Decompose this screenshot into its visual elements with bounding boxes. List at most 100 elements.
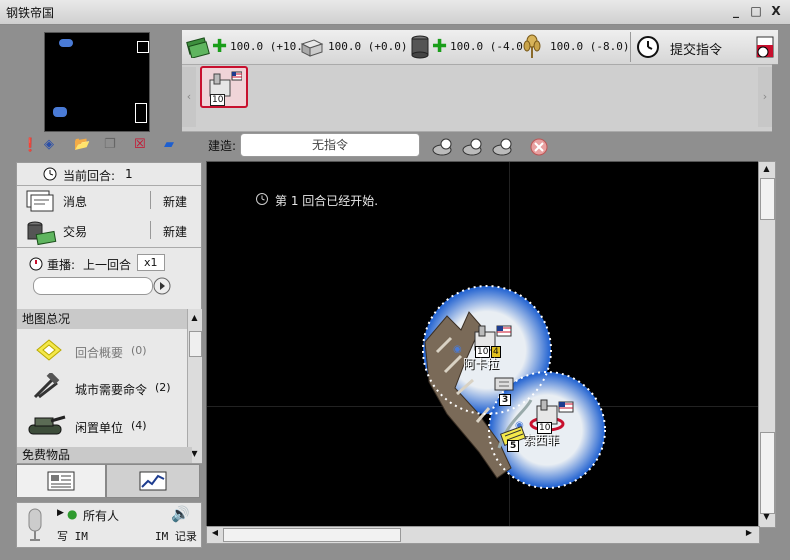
scroll-down-arrow[interactable]: ▼ (761, 512, 772, 524)
overview-count: (0) (131, 344, 147, 357)
overview-count: (2) (155, 381, 171, 394)
scroll-up-arrow[interactable]: ▲ (761, 164, 772, 176)
scroll-thumb[interactable] (189, 331, 202, 357)
new-trade-button[interactable]: 新建 (163, 223, 187, 240)
tab-reports[interactable] (16, 464, 106, 497)
replay-mode[interactable]: 上一回合 (83, 256, 131, 273)
divider (17, 247, 201, 248)
steel-icon (300, 39, 324, 57)
unit-size-badge: 10 (210, 94, 226, 106)
food-value: 100.0 (-8.0) (550, 40, 630, 53)
plus-icon: ✚ (432, 36, 448, 57)
trade-icon (27, 221, 57, 246)
unit-bar-scroll-right[interactable]: › (758, 67, 772, 127)
scroll-thumb[interactable] (760, 178, 775, 220)
clock-icon[interactable] (636, 35, 660, 59)
new-document-icon[interactable]: ❗ (22, 138, 38, 153)
chat-recipient[interactable]: 所有人 (83, 507, 119, 524)
write-im-button[interactable]: 写 IM (57, 528, 88, 544)
turn-number: 1 (125, 167, 133, 181)
overview-scrollbar[interactable]: ▲ ▼ (187, 309, 202, 463)
money-icon (186, 37, 210, 58)
wheat-icon (523, 34, 541, 58)
resource-bar: ✚ 100.0 (+10. 100.0 (+0.0) ✚ 100.0 (-4.0… (182, 30, 778, 65)
speaker-icon[interactable]: 🔊 (171, 505, 190, 523)
money-value: 100.0 (+10. (230, 40, 303, 53)
map-vertical-scrollbar[interactable]: ▲ ▼ (758, 161, 776, 528)
clock-icon (43, 167, 57, 181)
book-icon[interactable]: ▰ (164, 137, 174, 152)
minimize-button[interactable]: _ (728, 3, 744, 19)
title-bar: 钢铁帝国 _ □ X (0, 0, 790, 25)
overview-item-turn-summary[interactable]: 回合概要 (75, 344, 123, 361)
map-horizontal-scrollbar[interactable]: ◀ ▶ (206, 526, 760, 544)
cancel-order-icon[interactable] (530, 138, 548, 156)
minimap[interactable] (44, 32, 150, 132)
copy-icon[interactable]: ❐ (104, 137, 116, 152)
unit-stack-icon[interactable] (493, 374, 515, 396)
window-title: 钢铁帝国 (6, 6, 55, 20)
game-map[interactable]: 第 1 回合已经开始. 10 4 ◉ 阿卡拉 10 ◉ 索西菲 3 5 (206, 161, 760, 528)
replay-clock-icon (29, 257, 43, 271)
submit-orders-button[interactable]: 提交指令 (670, 39, 722, 58)
open-folder-icon[interactable]: 📂 (74, 137, 90, 152)
hammers-icon (33, 373, 60, 399)
minimap-city-marker (59, 39, 73, 47)
unit-bar-scroll-left[interactable]: ‹ (182, 67, 196, 127)
overview-count: (4) (131, 419, 147, 432)
unit-count-badge: 5 (507, 440, 520, 452)
clock-icon (256, 193, 268, 205)
divider (630, 32, 631, 62)
replay-label: 重播: (47, 258, 76, 272)
unit-bar (182, 64, 772, 132)
overview-item-idle-units[interactable]: 闲置单位 (75, 419, 123, 436)
oil-value: 100.0 (-4.0 (450, 40, 523, 53)
scroll-right-arrow[interactable]: ▶ (743, 528, 755, 540)
section-header: 地图总况 (17, 309, 192, 329)
overview-item-city-orders[interactable]: 城市需要命令 (75, 381, 147, 398)
delete-icon[interactable]: ☒ (134, 137, 146, 152)
messages-icon (26, 190, 54, 212)
chat-bar: ▶ ● 所有人 🔊 写 IM IM 记录 (16, 502, 202, 548)
city-name[interactable]: 阿卡拉 (463, 355, 499, 372)
minimap-city-marker (53, 107, 67, 117)
city-defense-icon: ◉ (453, 344, 462, 355)
play-icon[interactable] (153, 277, 171, 295)
divider (150, 191, 151, 209)
tab-graphs[interactable] (106, 464, 200, 498)
plus-icon: ✚ (212, 36, 228, 57)
im-log-button[interactable]: IM 记录 (155, 528, 197, 544)
replay-speed-button[interactable]: x1 (137, 254, 165, 271)
diamond-icon[interactable]: ◈ (44, 137, 54, 152)
turn-label: 当前回合: (63, 169, 116, 183)
line-graph-icon (139, 471, 167, 491)
messages-button[interactable]: 消息 (63, 193, 87, 210)
turn-start-message: 第 1 回合已经开始. (275, 194, 379, 208)
close-button[interactable]: X (768, 3, 784, 19)
microphone-icon[interactable] (25, 507, 45, 543)
globe-icon: ● (67, 507, 78, 521)
build-label: 建造: (208, 139, 237, 153)
add-order-icon[interactable] (492, 136, 516, 158)
scroll-thumb[interactable] (760, 432, 775, 514)
scroll-up-arrow[interactable]: ▲ (189, 313, 200, 323)
steel-value: 100.0 (+0.0) (328, 40, 408, 53)
new-message-button[interactable]: 新建 (163, 193, 187, 210)
end-turn-flag-icon[interactable] (756, 36, 774, 58)
expand-arrow-icon[interactable]: ▶ (57, 508, 64, 518)
maximize-button[interactable]: □ (748, 3, 764, 19)
replay-slider[interactable] (33, 277, 153, 295)
left-panel: 当前回合: 1 消息 新建 交易 新建 重播: 上一回合 x1 地图总况 ▲ ▼… (16, 162, 202, 464)
rally-point-icon[interactable] (432, 136, 456, 158)
section-header: 免费物品 (17, 447, 192, 463)
upgrade-icon[interactable] (462, 136, 486, 158)
tank-icon (28, 415, 66, 435)
unit-slot[interactable]: 10 (200, 66, 248, 108)
build-command-field[interactable]: 无指令 (240, 133, 420, 157)
scroll-thumb[interactable] (223, 528, 401, 542)
minimap-viewport-marker (135, 103, 147, 123)
minimap-viewport-marker (137, 41, 149, 53)
trade-button[interactable]: 交易 (63, 223, 87, 240)
newspaper-icon (47, 471, 75, 491)
scroll-left-arrow[interactable]: ◀ (209, 528, 221, 540)
